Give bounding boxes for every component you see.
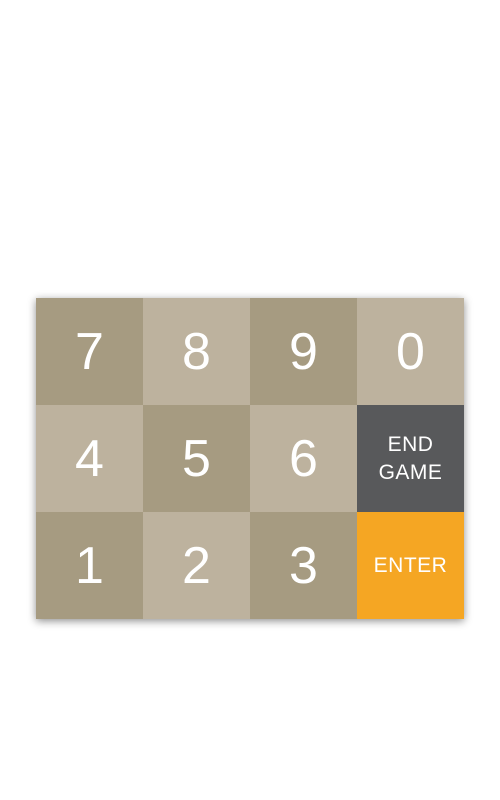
key-9[interactable]: 9 — [250, 298, 357, 405]
key-7[interactable]: 7 — [36, 298, 143, 405]
end-game-button[interactable]: END GAME — [357, 405, 464, 512]
key-3[interactable]: 3 — [250, 512, 357, 619]
key-5[interactable]: 5 — [143, 405, 250, 512]
key-1[interactable]: 1 — [36, 512, 143, 619]
enter-button[interactable]: ENTER — [357, 512, 464, 619]
end-game-label-line2: GAME — [378, 460, 443, 484]
key-4[interactable]: 4 — [36, 405, 143, 512]
key-8[interactable]: 8 — [143, 298, 250, 405]
key-6[interactable]: 6 — [250, 405, 357, 512]
key-2[interactable]: 2 — [143, 512, 250, 619]
end-game-label-line1: END — [387, 432, 434, 456]
number-keypad: 7 8 9 0 4 5 6 END GAME 1 2 3 ENTER — [36, 298, 464, 619]
key-0[interactable]: 0 — [357, 298, 464, 405]
